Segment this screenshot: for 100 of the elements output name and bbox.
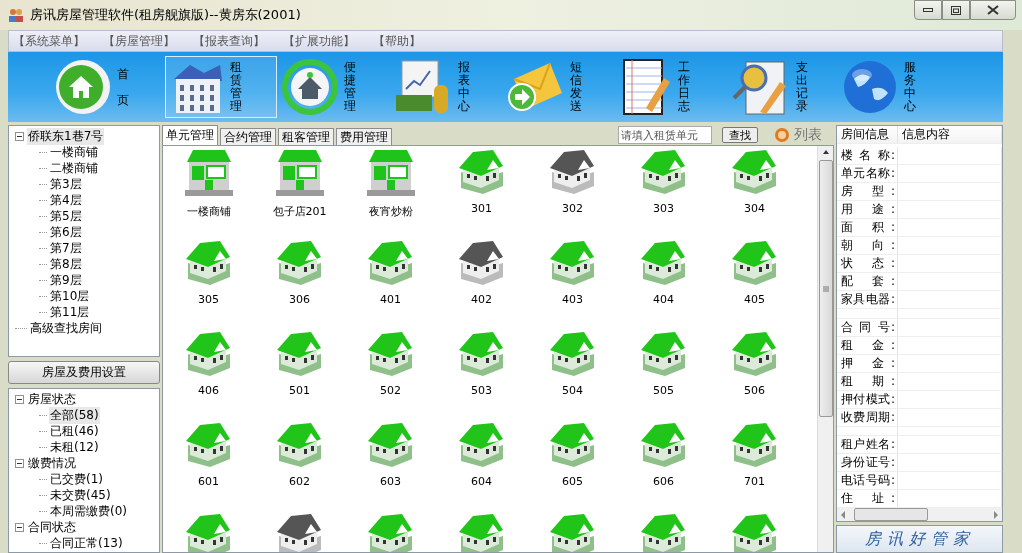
tree-item[interactable]: 未租(12) (49, 438, 100, 456)
unit-label[interactable]: 503 (471, 384, 492, 397)
menu-item[interactable]: 【房屋管理】 (103, 32, 175, 50)
field-label: 押付模式: (837, 390, 898, 408)
tree-item[interactable]: 合同正常(13) (49, 534, 124, 552)
scroll-right-icon[interactable] (993, 510, 999, 519)
close-button[interactable] (970, 0, 1016, 20)
scrollbar[interactable] (817, 146, 833, 552)
home-icon (55, 59, 111, 115)
collapse-toggle-icon[interactable] (15, 522, 24, 532)
unit-label[interactable]: 夜宵炒粉 (368, 204, 413, 219)
ring-icon (774, 127, 790, 143)
toolbar-button[interactable]: 首页 (50, 56, 165, 118)
storefront-icon[interactable] (273, 148, 326, 198)
unit-label[interactable]: 603 (380, 475, 401, 488)
tree-item[interactable]: 第8层 (49, 255, 83, 273)
unit-label[interactable]: 601 (198, 475, 219, 488)
menu-item[interactable]: 【帮助】 (373, 32, 421, 50)
window-title: 房讯房屋管理软件(租房舰旗版)--黄房东(2001) (30, 6, 302, 24)
toolbar-button[interactable]: 支出记录 (725, 56, 837, 118)
maximize-button[interactable] (942, 0, 970, 20)
minimize-button[interactable] (914, 0, 942, 20)
tree-item[interactable]: 一楼商铺 (49, 143, 99, 161)
unit-label[interactable]: 403 (562, 293, 583, 306)
find-button[interactable]: 查找 (722, 127, 758, 143)
unit-label[interactable]: 303 (653, 202, 674, 215)
tree-item[interactable]: 侨联东1巷7号 (27, 127, 105, 145)
toolbar-button[interactable]: 租赁管理 (165, 56, 277, 118)
tree-item[interactable]: 第11层 (49, 303, 91, 321)
tree-item[interactable]: 第7层 (49, 239, 83, 257)
unit-label[interactable]: 包子店201 (272, 204, 327, 219)
unit-label[interactable]: 一楼商铺 (186, 204, 231, 219)
scroll-left-icon[interactable] (840, 510, 846, 519)
toolbar-button[interactable]: 工作日志 (613, 56, 725, 118)
unit-label[interactable]: 602 (289, 475, 310, 488)
unit-label[interactable]: 304 (744, 202, 765, 215)
field-label: 房 型: (837, 183, 898, 200)
unit-label[interactable]: 405 (744, 293, 765, 306)
menu-item[interactable]: 【系统菜单】 (13, 32, 85, 50)
tab[interactable]: 租客管理 (278, 128, 334, 145)
tree-item[interactable]: 第4层 (49, 191, 83, 209)
field-label: 用 途: (837, 201, 898, 218)
tab[interactable]: 费用管理 (336, 128, 392, 145)
tree-item[interactable]: 已租(46) (49, 422, 100, 440)
collapse-toggle-icon[interactable] (15, 131, 24, 141)
unit-label[interactable]: 306 (289, 293, 310, 306)
brand-banner: 房讯好管家 (836, 525, 1003, 553)
tree-item[interactable]: 合同状态 (27, 518, 77, 536)
unit-label[interactable]: 402 (471, 293, 492, 306)
menu-item[interactable]: 【扩展功能】 (283, 32, 355, 50)
collapse-toggle-icon[interactable] (15, 394, 24, 404)
unit-label[interactable]: 505 (653, 384, 674, 397)
tree-item[interactable]: 第5层 (49, 207, 83, 225)
tree-item[interactable]: 第6层 (49, 223, 83, 241)
unit-label[interactable]: 305 (198, 293, 219, 306)
unit-label[interactable]: 401 (380, 293, 401, 306)
field-label: 家具电器: (837, 291, 898, 308)
toolbar-button[interactable]: 短信发送 (501, 56, 613, 118)
toolbar-button[interactable]: 报表中心 (389, 56, 501, 118)
field-label: 合 同 号: (837, 318, 898, 336)
unit-label[interactable]: 501 (289, 384, 310, 397)
unit-label[interactable]: 404 (653, 293, 674, 306)
unit-label[interactable]: 502 (380, 384, 401, 397)
tab[interactable]: 合约管理 (220, 128, 276, 145)
field-label: 朝 向: (837, 237, 898, 254)
tree-item[interactable]: 第9层 (49, 271, 83, 289)
toolbar-button[interactable]: 便捷管理 (277, 56, 389, 118)
unit-label[interactable]: 605 (562, 475, 583, 488)
tree-item[interactable]: 高级查找房间 (29, 319, 103, 337)
tab[interactable]: 单元管理 (162, 125, 218, 145)
unit-label[interactable]: 506 (744, 384, 765, 397)
field-label: 楼 名 称: (837, 147, 898, 164)
storefront-icon[interactable] (364, 148, 417, 198)
field-label: 租 金: (837, 336, 898, 354)
storefront-icon[interactable] (182, 148, 235, 198)
tree-item[interactable]: 第10层 (49, 287, 91, 305)
tree-item[interactable]: 房屋状态 (27, 390, 77, 408)
collapse-toggle-icon[interactable] (15, 458, 24, 468)
tree-item[interactable]: 未交费(45) (49, 486, 112, 504)
column-header: 信息内容 (898, 126, 1002, 143)
close-icon (987, 5, 999, 15)
horizontal-scrollbar[interactable] (837, 508, 1002, 521)
tree-item[interactable]: 第3层 (49, 175, 83, 193)
settings-button[interactable]: 房屋及费用设置 (8, 361, 160, 384)
unit-label[interactable]: 701 (744, 475, 765, 488)
unit-label[interactable]: 604 (471, 475, 492, 488)
tree-item[interactable]: 已交费(1) (49, 470, 104, 488)
tree-item[interactable]: 二楼商铺 (49, 159, 99, 177)
field-label: 住 址: (837, 490, 898, 507)
search-field[interactable]: 请填入租赁单元 (618, 126, 712, 144)
toolbar-button[interactable]: 服务中心 (837, 56, 949, 118)
unit-label[interactable]: 302 (562, 202, 583, 215)
unit-label[interactable]: 606 (653, 475, 674, 488)
tree-item[interactable]: 本周需缴费(0) (49, 502, 128, 520)
tree-item[interactable]: 缴费情况 (27, 454, 77, 472)
unit-label[interactable]: 301 (471, 202, 492, 215)
tree-item[interactable]: 全部(58) (49, 406, 100, 424)
unit-label[interactable]: 504 (562, 384, 583, 397)
unit-label[interactable]: 406 (198, 384, 219, 397)
menu-item[interactable]: 【报表查询】 (193, 32, 265, 50)
